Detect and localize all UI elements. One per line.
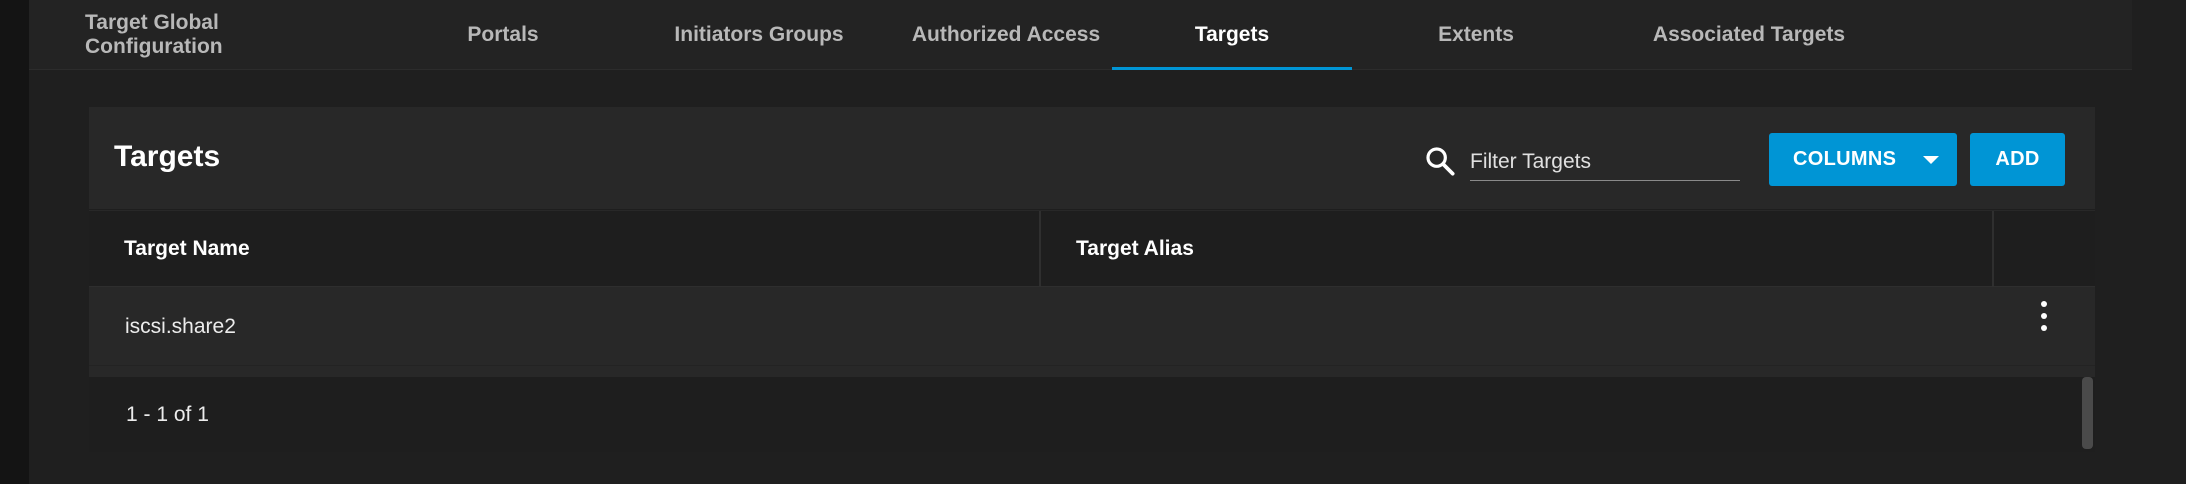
cell-target-name: iscsi.share2 (125, 314, 236, 338)
column-header-target-name[interactable]: Target Name (124, 211, 250, 287)
filter-targets-input[interactable] (1470, 147, 1740, 181)
table-row[interactable]: iscsi.share2 (89, 287, 2095, 366)
tab-target-global-configuration[interactable]: Target Global Configuration (85, 0, 347, 70)
pagination-range: 1 - 1 of 1 (126, 402, 209, 426)
tab-authorized-access[interactable]: Authorized Access (896, 0, 1116, 70)
tab-initiators-groups[interactable]: Initiators Groups (659, 0, 859, 70)
add-label: ADD (1995, 148, 2040, 170)
add-button[interactable]: ADD (1970, 133, 2065, 186)
search-icon (1426, 147, 1455, 176)
column-divider (1992, 211, 1994, 287)
card-header: Targets COLUMNS ADD (89, 107, 2095, 210)
tab-extents[interactable]: Extents (1406, 0, 1546, 70)
row-actions-icon[interactable] (2034, 301, 2054, 331)
caret-down-icon (1923, 156, 1939, 164)
iscsi-tabs: Target Global Configuration Portals Init… (29, 0, 2132, 70)
columns-button[interactable]: COLUMNS (1769, 133, 1957, 186)
card-title: Targets (114, 140, 221, 173)
tab-targets[interactable]: Targets (1112, 0, 1352, 70)
table-header: Target Name Target Alias (89, 211, 2095, 287)
column-divider (1039, 211, 1041, 287)
scrollbar-thumb[interactable] (2082, 377, 2093, 449)
tab-associated-targets[interactable]: Associated Targets (1619, 0, 1879, 70)
tab-portals[interactable]: Portals (453, 0, 553, 70)
column-header-target-alias[interactable]: Target Alias (1076, 211, 1194, 287)
targets-card: Targets COLUMNS ADD Target Name Target A… (89, 107, 2095, 452)
left-sidebar-edge (0, 0, 29, 484)
columns-label: COLUMNS (1793, 148, 1897, 170)
table-footer: 1 - 1 of 1 (89, 377, 2095, 452)
